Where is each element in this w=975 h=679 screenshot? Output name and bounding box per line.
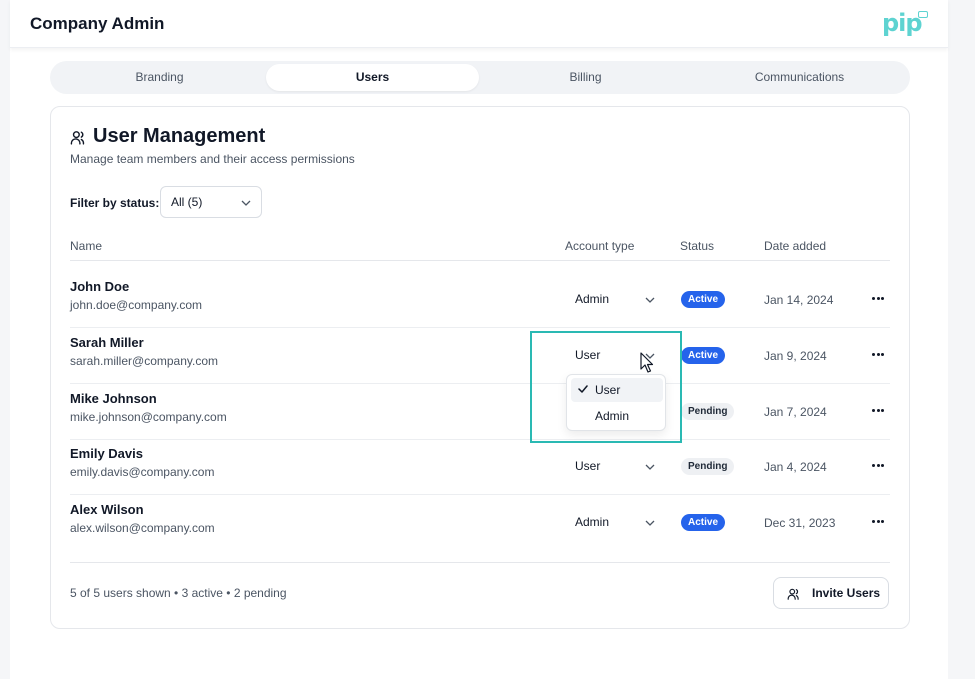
table-row: John Doe john.doe@company.com Admin Acti… [70,272,890,328]
table-row: Emily Davis emily.davis@company.com User… [70,439,890,495]
more-options-icon[interactable] [870,511,886,531]
chevron-down-icon [645,520,655,526]
column-header-status: Status [680,239,715,253]
user-summary: 5 of 5 users shown • 3 active • 2 pendin… [70,586,287,600]
logo-badge-icon [918,11,928,18]
logo-text: pip [882,9,923,37]
more-options-icon[interactable] [870,400,886,420]
more-options-icon[interactable] [870,455,886,475]
tab-billing[interactable]: Billing [479,64,692,91]
status-badge: Active [681,514,726,531]
more-options-icon[interactable] [870,288,886,308]
date-added: Jan 9, 2024 [764,349,827,363]
dropdown-option-label: User [595,383,621,397]
status-badge: Active [681,291,726,308]
date-added: Jan 4, 2024 [764,460,827,474]
user-email: mike.johnson@company.com [70,410,227,424]
users-icon [70,131,85,145]
account-type-select[interactable]: Admin [575,512,657,534]
status-badge: Pending [681,458,735,475]
tab-branding[interactable]: Branding [53,64,266,91]
more-options-icon[interactable] [870,344,886,364]
column-header-name: Name [70,239,103,253]
chevron-down-icon [645,464,655,470]
page: Company Admin pip Branding Users Billing… [10,0,948,679]
date-added: Jan 14, 2024 [764,293,834,307]
status-badge: Pending [681,403,735,420]
chevron-down-icon [241,200,251,206]
account-type-value: User [575,459,601,473]
account-type-select[interactable]: Admin [575,289,657,311]
table-row: Mike Johnson mike.johnson@company.com Pe… [70,384,890,440]
status-badge: Active [681,347,726,364]
account-type-value: User [575,348,601,362]
user-name: Sarah Miller [70,335,144,350]
column-header-date-added: Date added [764,239,827,253]
account-type-value: Admin [575,515,610,529]
user-email: alex.wilson@company.com [70,521,215,535]
user-email: john.doe@company.com [70,298,203,312]
check-icon [578,385,588,393]
account-type-value: Admin [575,292,610,306]
mouse-cursor-icon [640,352,654,373]
app-title: Company Admin [30,14,165,33]
dropdown-option-label: Admin [595,409,630,423]
dropdown-option-admin[interactable]: Admin [571,404,663,428]
users-icon [787,588,799,600]
tab-communications[interactable]: Communications [693,64,906,91]
account-type-select[interactable]: User [575,456,657,478]
date-added: Jan 7, 2024 [764,405,827,419]
user-name: Alex Wilson [70,502,144,517]
card-title: User Management [93,125,266,147]
account-type-dropdown-menu: User Admin [566,374,666,431]
tab-users[interactable]: Users [266,64,479,91]
user-name: Mike Johnson [70,391,157,406]
dropdown-option-user[interactable]: User [571,378,663,402]
chevron-down-icon [645,297,655,303]
card-subtitle: Manage team members and their access per… [70,152,355,166]
user-name: John Doe [70,279,130,294]
user-name: Emily Davis [70,446,143,461]
user-email: emily.davis@company.com [70,465,215,479]
pip-logo: pip [882,8,932,38]
footer-divider [70,562,890,563]
tab-bar: Branding Users Billing Communications [50,61,910,94]
table-row: Sarah Miller sarah.miller@company.com Us… [70,328,890,384]
invite-users-label: Invite Users [812,586,881,600]
filter-label: Filter by status: [70,196,160,210]
status-filter-select[interactable]: All (5) [160,186,262,218]
date-added: Dec 31, 2023 [764,516,836,530]
user-email: sarah.miller@company.com [70,354,219,368]
invite-users-button[interactable]: Invite Users [773,577,889,609]
header-divider [70,260,890,261]
column-header-account-type: Account type [565,239,635,253]
table-row: Alex Wilson alex.wilson@company.com Admi… [70,495,890,551]
user-management-card: User Management Manage team members and … [50,106,910,629]
filter-value: All (5) [171,195,203,209]
top-bar: Company Admin pip [10,0,948,48]
